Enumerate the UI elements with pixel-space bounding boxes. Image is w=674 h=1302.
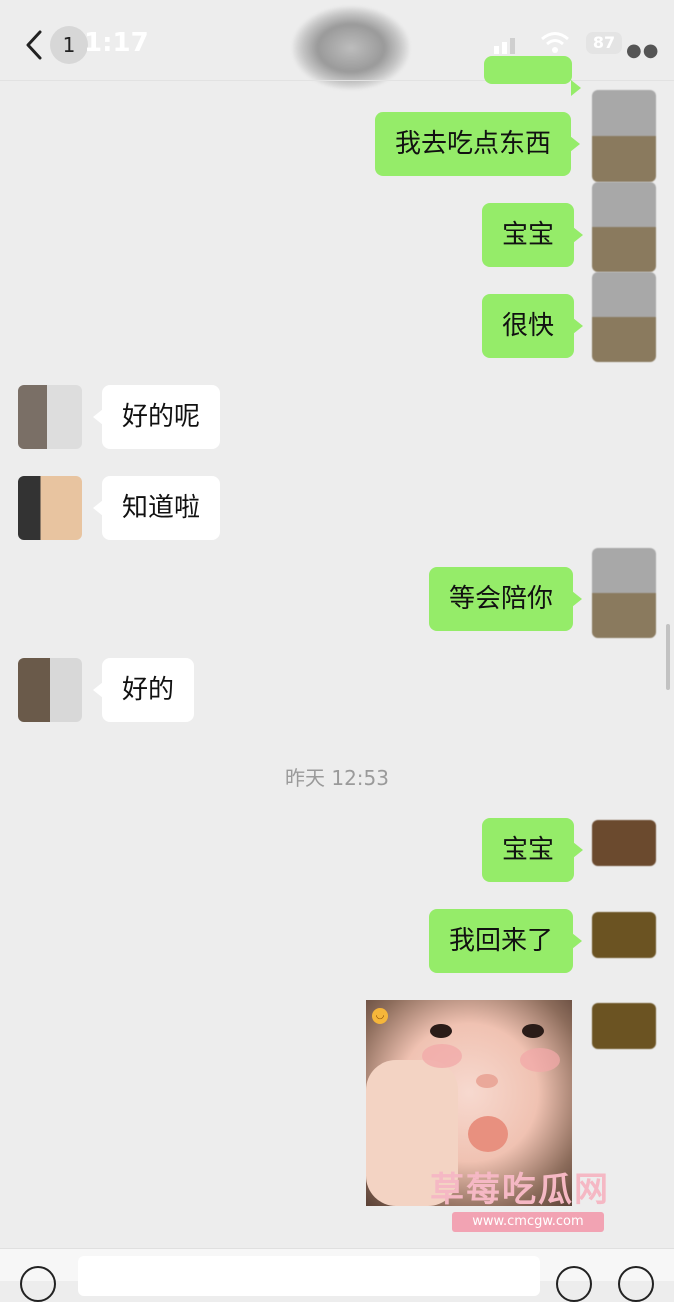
message-bubble-incoming[interactable]: 好的 [92,658,195,722]
message-bubble-partial[interactable] [484,56,581,96]
message-timestamp: 昨天 12:53 [285,766,389,790]
message-bubble-outgoing[interactable]: 我去吃点东西 [375,112,581,176]
back-button[interactable] [20,28,50,62]
wifi-icon [541,32,569,53]
sticker-cheek [422,1044,462,1068]
avatar-contact[interactable] [18,476,82,540]
watermark-title: 草莓吃瓜网 [430,1170,610,1210]
more-dots-icon[interactable]: ●● [626,40,659,61]
message-bubble-outgoing[interactable]: 我回来了 [429,909,583,973]
message-bubble-incoming[interactable]: 知道啦 [92,476,221,540]
sticker-nose [476,1074,498,1088]
message-bubble-outgoing[interactable]: 宝宝 [482,818,584,882]
status-time: 1:17 [84,28,149,58]
message-bubble-outgoing[interactable]: 等会陪你 [429,567,583,631]
avatar-contact[interactable] [18,658,82,722]
avatar-self[interactable] [592,912,656,958]
avatar-self[interactable] [592,272,656,362]
smiley-icon: ◡ [372,1008,388,1024]
chat-title-redacted [292,6,410,90]
avatar-contact[interactable] [18,385,82,449]
avatar-self[interactable] [592,820,656,866]
sticker-eye [522,1024,544,1038]
unread-count-badge[interactable]: 1 [50,26,88,64]
sticker-eye [430,1024,452,1038]
message-input[interactable] [78,1256,540,1296]
scrollbar[interactable] [666,624,670,690]
signal-icon [494,38,515,54]
sticker-mouth [468,1116,508,1152]
message-bubble-incoming[interactable]: 好的呢 [92,385,221,449]
battery-level: 87 [586,32,622,54]
message-bubble-outgoing[interactable]: 宝宝 [482,203,584,267]
chat-header: 1 1:17 87 ●● [0,0,674,90]
watermark-url: www.cmcgw.com [452,1212,604,1232]
avatar-self[interactable] [592,90,656,182]
avatar-self[interactable] [592,1003,656,1049]
sticker-cheek [520,1048,560,1072]
message-bubble-outgoing[interactable]: 很快 [482,294,584,358]
emoji-icon[interactable] [556,1266,592,1302]
voice-icon[interactable] [20,1266,56,1302]
plus-icon[interactable] [618,1266,654,1302]
avatar-self[interactable] [592,548,656,638]
chevron-left-icon [26,30,42,60]
avatar-self[interactable] [592,182,656,272]
